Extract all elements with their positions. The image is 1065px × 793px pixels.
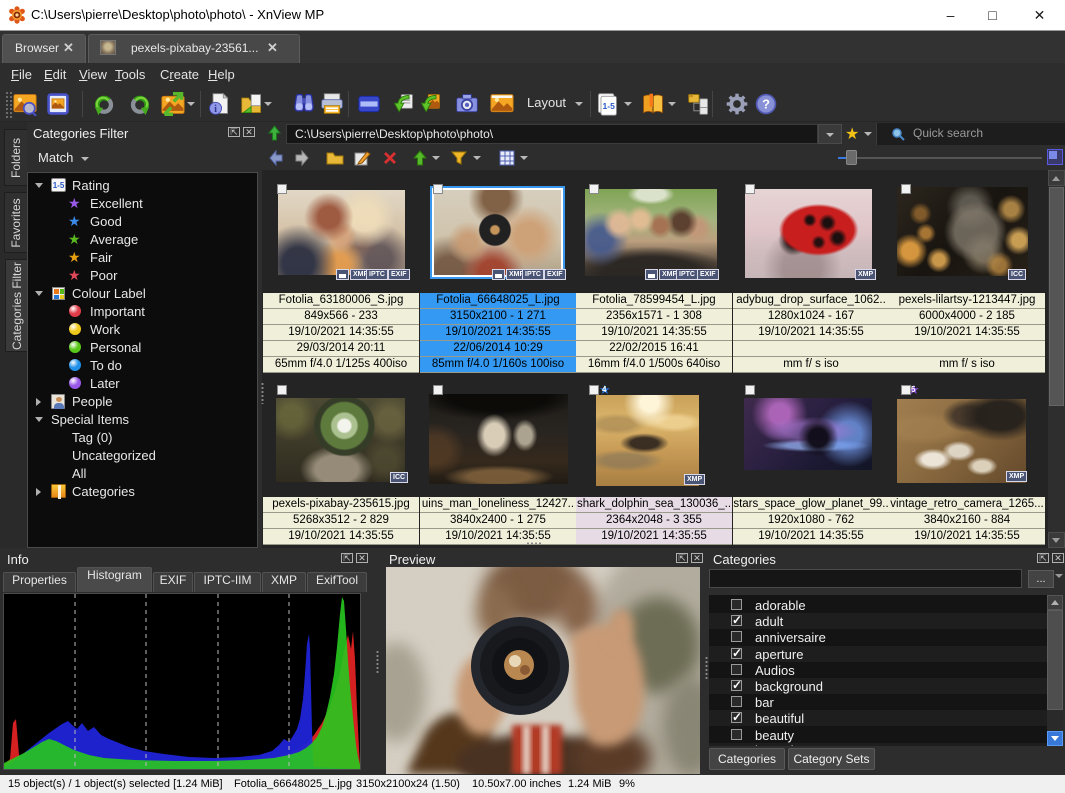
- svg-text:?: ?: [762, 96, 770, 111]
- svg-text:i: i: [214, 104, 217, 115]
- svg-text:1-5: 1-5: [603, 101, 616, 111]
